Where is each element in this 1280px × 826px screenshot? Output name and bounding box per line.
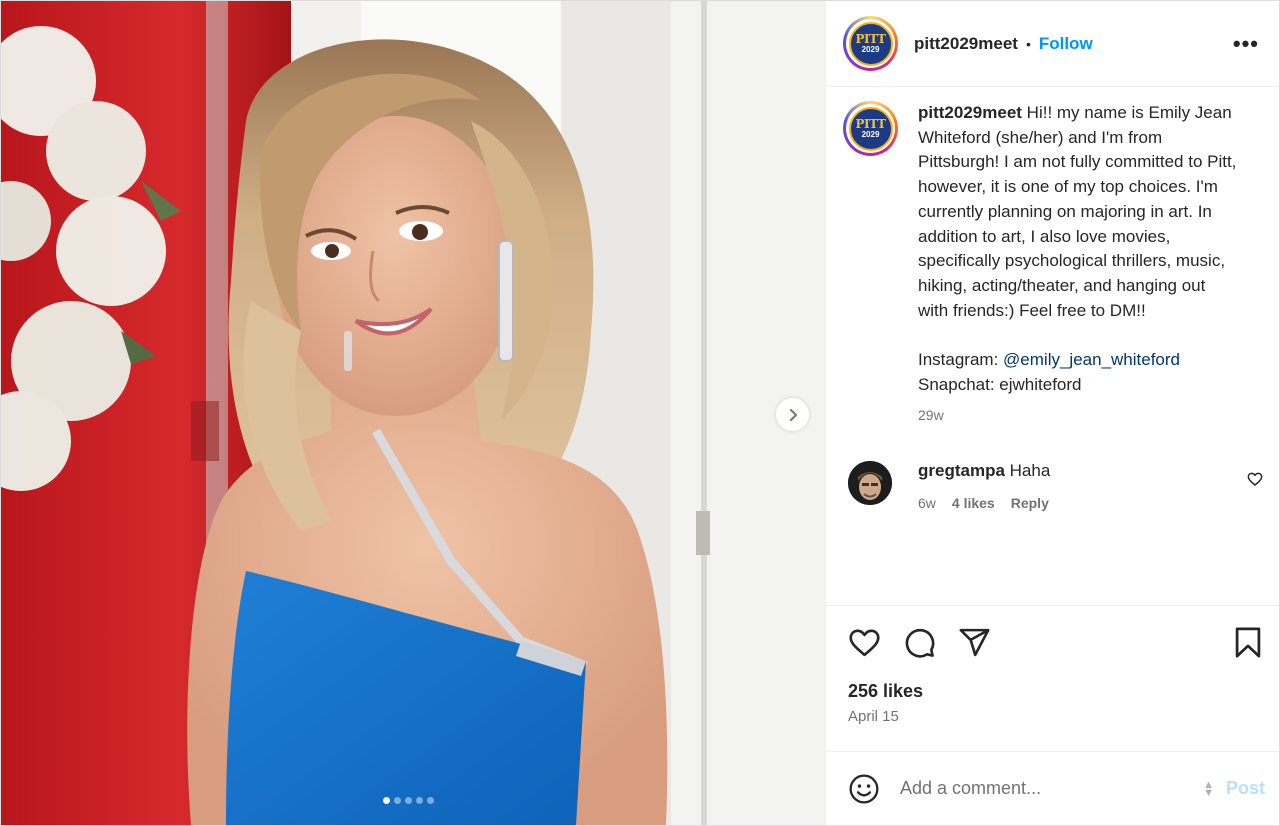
post-media[interactable] [1, 1, 825, 825]
comment-username[interactable]: gregtampa [918, 461, 1005, 480]
carousel-dot[interactable] [394, 797, 401, 804]
comment-input[interactable] [900, 778, 1204, 799]
comment-text: gregtampa Haha [918, 459, 1050, 483]
instagram-post-window: PITT 2029 pitt2029meet • Follow ••• PITT… [0, 0, 1280, 826]
caption-timestamp[interactable]: 29w [918, 407, 1238, 423]
caption-text: pitt2029meet Hi!! my name is Emily Jean … [918, 101, 1238, 397]
carousel-dot[interactable] [427, 797, 434, 804]
author-username[interactable]: pitt2029meet [914, 34, 1018, 54]
header-separator: • [1025, 35, 1031, 52]
textarea-resize-icon: ▲ ▼ [1203, 778, 1214, 799]
commenter-photo [848, 461, 892, 506]
post-photo [1, 1, 825, 825]
like-heart-icon[interactable] [848, 626, 881, 659]
share-paper-plane-icon[interactable] [958, 626, 991, 659]
carousel-dot[interactable] [416, 797, 423, 804]
carousel-dot[interactable] [405, 797, 412, 804]
post-comment-button[interactable]: Post [1226, 778, 1265, 799]
comment-body: Haha [1004, 461, 1051, 481]
comment-like-heart-icon[interactable] [1247, 471, 1263, 492]
comments-section[interactable]: PITT 2029 pitt2029meet Hi!! my name is E… [826, 87, 1279, 605]
comment-item: gregtampa Haha 6w 4 likes Reply [843, 459, 1265, 511]
pitt-2029-logo: PITT 2029 [848, 21, 893, 66]
comment-reply-button[interactable]: Reply [1011, 495, 1049, 511]
comment-meta: 6w 4 likes Reply [918, 495, 1050, 511]
follow-button[interactable]: Follow [1039, 34, 1093, 54]
post-date[interactable]: April 15 [848, 708, 1263, 725]
caption-author-avatar[interactable]: PITT 2029 [843, 101, 898, 156]
add-comment-bar: ▲▼ Post [826, 751, 1279, 825]
carousel-next-button[interactable] [776, 398, 809, 431]
comment-bubble-icon[interactable] [903, 626, 936, 659]
carousel-dot[interactable] [383, 797, 390, 804]
post-header: PITT 2029 pitt2029meet • Follow ••• [826, 1, 1279, 87]
likes-count[interactable]: 256 likes [848, 681, 1263, 702]
caption-snapchat: Snapchat: ejwhiteford [918, 374, 1082, 394]
caption-username[interactable]: pitt2029meet [918, 103, 1022, 122]
chevron-right-icon [789, 408, 797, 421]
commenter-avatar[interactable] [848, 461, 892, 506]
caption-body: Hi!! my name is Emily Jean Whiteford (sh… [918, 103, 1242, 320]
emoji-smiley-icon[interactable] [848, 773, 880, 805]
post-caption: PITT 2029 pitt2029meet Hi!! my name is E… [843, 101, 1265, 423]
instagram-mention-link[interactable]: @emily_jean_whiteford [1003, 350, 1180, 369]
post-side-panel: PITT 2029 pitt2029meet • Follow ••• PITT… [825, 1, 1279, 825]
author-avatar[interactable]: PITT 2029 [843, 16, 898, 71]
more-options-icon[interactable]: ••• [1233, 31, 1265, 57]
comment-likes[interactable]: 4 likes [952, 495, 995, 511]
post-actions: 256 likes April 15 [826, 605, 1279, 751]
pitt-2029-logo: PITT 2029 [848, 106, 893, 151]
carousel-dots [383, 797, 434, 804]
caption-instagram-label: Instagram: [918, 350, 1004, 370]
comment-time[interactable]: 6w [918, 495, 936, 511]
save-bookmark-icon[interactable] [1233, 626, 1263, 659]
